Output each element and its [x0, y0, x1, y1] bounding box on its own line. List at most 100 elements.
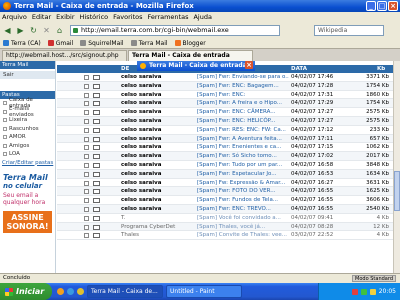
back-icon[interactable]: ◀ [2, 25, 13, 36]
taskbar-paint-window[interactable]: Untitled - Paint [166, 285, 242, 298]
message-sender[interactable]: celso saraiva [121, 126, 161, 134]
minimize-icon[interactable]: _ [366, 1, 376, 11]
menu-ajuda[interactable]: Ajuda [193, 13, 211, 21]
message-sender[interactable]: celso saraiva [121, 82, 161, 90]
menu-historico[interactable]: Histórico [80, 13, 109, 21]
table-row[interactable]: T. [Spam] Você foi convidado a... 04/02/07… [57, 214, 393, 223]
message-sender[interactable]: celso saraiva [121, 205, 161, 213]
message-subject[interactable]: [Spam] Fwr: ENC: [197, 91, 289, 99]
row-checkbox[interactable] [84, 162, 89, 168]
taskbar-firefox-window[interactable]: Terra Mail - Caixa de... [87, 285, 163, 298]
column-from[interactable]: DE [121, 65, 129, 73]
message-sender[interactable]: Programa CyberDet [121, 223, 175, 231]
message-sender[interactable]: celso saraiva [121, 99, 161, 107]
close-icon[interactable]: × [388, 1, 398, 11]
bookmark-gmail[interactable]: Gmail [47, 40, 73, 47]
message-sender[interactable]: Thales [121, 231, 139, 239]
forward-icon[interactable]: ▶ [15, 25, 26, 36]
row-checkbox[interactable] [84, 180, 89, 186]
row-checkbox[interactable] [84, 198, 89, 204]
row-checkbox[interactable] [84, 101, 89, 107]
tab-terra-mail[interactable]: Terra Mail - Caixa de entrada [128, 50, 253, 61]
message-subject[interactable]: [Spam] Você foi convidado a... [197, 214, 289, 222]
table-row[interactable]: celso saraiva [Spam] Fwr: Enenientes e ca… [57, 143, 393, 153]
terra-mail-mobile-ad[interactable]: Terra Mail no celular Seu email a qualqu… [0, 173, 55, 206]
column-size[interactable]: Kb [377, 65, 385, 73]
row-checkbox[interactable] [84, 224, 89, 230]
message-subject[interactable]: [Spam] Convite de Thales: vee... [197, 231, 289, 239]
sonora-ad-banner[interactable]: ASSINE SONORA! [3, 210, 52, 233]
table-row[interactable]: celso saraiva [Spam] Fwr: ENC: CÂMERA... 0… [57, 108, 393, 117]
message-subject[interactable]: [Spam] Fw: Expressão & Amar... [197, 179, 289, 187]
table-row[interactable]: celso saraiva [Spam] Fwr: ENC: HELICÓP...… [57, 116, 393, 126]
home-icon[interactable]: ⌂ [54, 25, 65, 36]
scrollbar-thumb[interactable] [394, 171, 400, 211]
message-sender[interactable]: celso saraiva [121, 91, 161, 99]
message-subject[interactable]: [Spam] Fwr: Fundos de Tela... [197, 196, 289, 204]
bookmark-squirrelmail[interactable]: SquirrelMail [80, 40, 124, 47]
table-row[interactable]: Programa CyberDet [Spam] Thales, você já.… [57, 222, 393, 232]
folder-sent[interactable]: E-mails enviados [0, 106, 55, 118]
row-checkbox[interactable] [84, 83, 89, 89]
row-checkbox[interactable] [84, 206, 89, 212]
popup-window-title[interactable]: Terra Mail - Caixa de entrada [137, 61, 255, 71]
message-sender[interactable]: celso saraiva [121, 170, 161, 178]
message-subject[interactable]: [Spam] Fwr: Enenientes e ca... [197, 143, 289, 151]
message-subject[interactable]: [Spam] Fwr: Só Sicho tomo... [197, 152, 289, 160]
row-checkbox[interactable] [84, 136, 89, 142]
message-subject[interactable]: [Spam] Fwr: A Aventura feita... [197, 135, 289, 143]
table-row[interactable]: celso saraiva [Spam] Fwr: Enviando-se par… [57, 73, 393, 82]
table-row[interactable]: celso saraiva [Spam] Fwr: ENC: Bagagem...… [57, 81, 393, 91]
menu-editar[interactable]: Editar [32, 13, 51, 21]
bookmark-blogger[interactable]: Blogger [174, 40, 206, 47]
message-sender[interactable]: celso saraiva [121, 187, 161, 195]
table-row[interactable]: celso saraiva [Spam] Fwr: ENC: 04/02/07 17… [57, 91, 393, 100]
folder-amigos[interactable]: Amigos [0, 142, 55, 151]
message-subject[interactable]: [Spam] Thales, você já... [197, 223, 289, 231]
tab-signout[interactable]: http://webmail.host.../src/signout.php [2, 50, 127, 61]
message-sender[interactable]: celso saraiva [121, 117, 161, 125]
reload-icon[interactable]: ↻ [28, 25, 39, 36]
menu-ferramentas[interactable]: Ferramentas [148, 13, 189, 21]
ie-quicklaunch-icon[interactable] [67, 288, 74, 295]
message-sender[interactable]: celso saraiva [121, 152, 161, 160]
bookmark-terra-ca[interactable]: Terra (CA) [3, 40, 41, 47]
folder-loa[interactable]: LOA [0, 150, 55, 159]
antivirus-icon[interactable] [351, 288, 358, 295]
row-checkbox[interactable] [84, 92, 89, 98]
message-sender[interactable]: celso saraiva [121, 161, 161, 169]
row-checkbox[interactable] [84, 154, 89, 160]
message-sender[interactable]: celso saraiva [121, 196, 161, 204]
table-row[interactable]: celso saraiva [Spam] Fwr: A freira e o Hi… [57, 99, 393, 109]
row-checkbox[interactable] [84, 127, 89, 133]
firefox-quicklaunch-icon[interactable] [57, 288, 64, 295]
menu-arquivo[interactable]: Arquivo [2, 13, 27, 21]
clock[interactable]: 20:05 [379, 288, 396, 295]
message-subject[interactable]: [Spam] Fwr: RES: ENC: FW: Ca... [197, 126, 289, 134]
message-sender[interactable]: celso saraiva [121, 108, 161, 116]
logout-link[interactable]: Sair [0, 71, 55, 79]
table-row[interactable]: celso saraiva [Spam] Fwr: Espetacular Jo.… [57, 169, 393, 179]
table-row[interactable]: celso saraiva [Spam] Fwr: ENC: TREVO... 04… [57, 204, 393, 214]
message-sender[interactable]: celso saraiva [121, 143, 161, 151]
volume-icon[interactable] [369, 288, 376, 295]
row-checkbox[interactable] [84, 189, 89, 195]
extension-badge[interactable]: Modo Standard [352, 275, 396, 282]
url-bar[interactable]: http://email.terra.com.br/cgi-bin/webmai… [70, 24, 280, 36]
row-checkbox[interactable] [84, 118, 89, 124]
menu-exibir[interactable]: Exibir [56, 13, 74, 21]
message-subject[interactable]: [Spam] Fwr: ENC: TREVO... [197, 205, 289, 213]
message-sender[interactable]: celso saraiva [121, 73, 161, 81]
network-icon[interactable] [360, 288, 367, 295]
stop-icon[interactable]: ✕ [41, 25, 52, 36]
table-row[interactable]: celso saraiva [Spam] Fwr: Só Sicho tomo..… [57, 152, 393, 161]
message-subject[interactable]: [Spam] Fwr: Espetacular Jo... [197, 170, 289, 178]
message-subject[interactable]: [Spam] Fwr: Tudo por um par... [197, 161, 289, 169]
table-row[interactable]: celso saraiva [Spam] Fwr: FOTO DO VER... 0… [57, 187, 393, 197]
message-subject[interactable]: [Spam] Fwr: ENC: Bagagem... [197, 82, 289, 90]
message-subject[interactable]: [Spam] Fwr: ENC: HELICÓP... [197, 117, 289, 125]
table-row[interactable]: celso saraiva [Spam] Fw: Expressão & Amar… [57, 179, 393, 188]
media-quicklaunch-icon[interactable] [77, 288, 84, 295]
window-titlebar[interactable]: Terra Mail - Caixa de entrada - Mozilla … [0, 0, 400, 12]
page-scrollbar[interactable] [393, 61, 400, 273]
